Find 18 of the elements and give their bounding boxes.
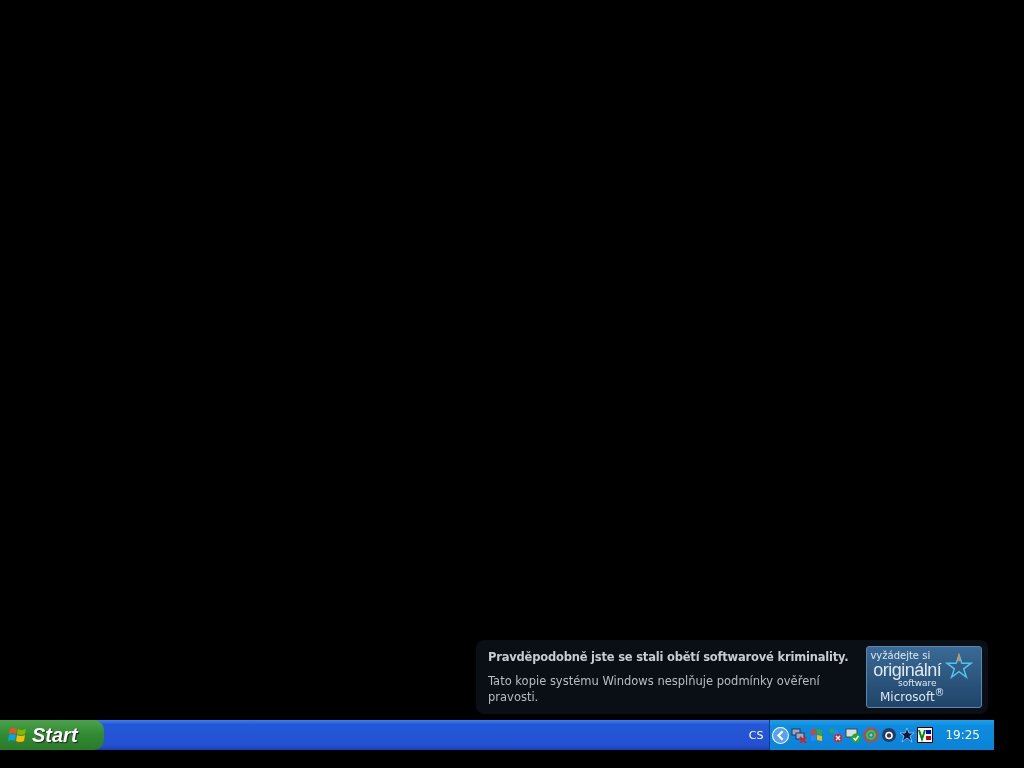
genuine-badge[interactable]: vyžádejte si originální software Microsoft$^{®}$ <box>866 646 982 708</box>
notification-message: Tato kopie systému Windows nesplňuje podmínky ověření pravosti. <box>488 672 821 705</box>
circle-icon[interactable] <box>881 727 898 743</box>
star-icon <box>944 653 973 679</box>
notification-balloon[interactable]: Pravděpodobně jste se stali obětí softwarové kriminality. Tato kopie systému Windows nesplňuje podmínky ověření pravosti. vyžádejte si originální software Microsoft$^{®}$ <box>476 640 988 714</box>
badge-text: Microsoft$^{®}$ <box>880 688 945 703</box>
show-hidden-icons-icon[interactable] <box>772 726 790 744</box>
windows-flag-icon <box>8 726 28 744</box>
clock[interactable]: 19:25 <box>945 728 980 742</box>
network-error-icon[interactable] <box>791 727 808 743</box>
badge-text: software <box>897 679 937 688</box>
star-icon[interactable] <box>899 727 916 743</box>
notification-title: Pravděpodobně jste se stali obětí softwarové kriminality. <box>488 649 850 664</box>
badge-text: originální <box>873 661 942 679</box>
badge-text: vyžádejte si <box>870 651 931 661</box>
security-check-icon[interactable] <box>845 727 862 743</box>
start-button[interactable]: Start <box>0 720 104 750</box>
language-indicator[interactable]: CS <box>748 728 764 742</box>
